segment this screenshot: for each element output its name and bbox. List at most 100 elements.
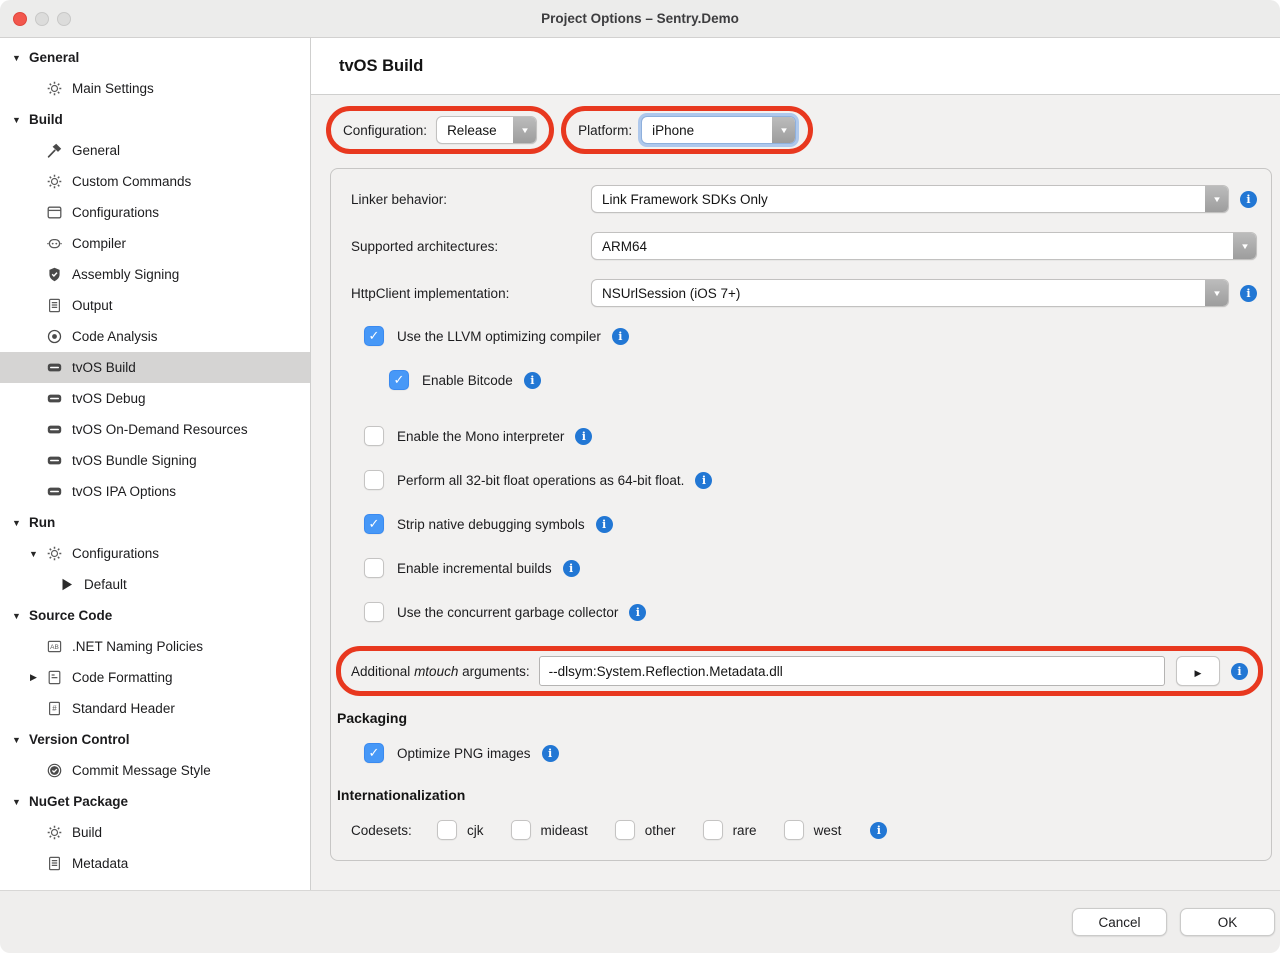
linker-behavior-dropdown[interactable]: Link Framework SDKs Only bbox=[591, 185, 1229, 213]
supported-architectures-dropdown[interactable]: ARM64 bbox=[591, 232, 1257, 260]
disclosure-down-icon[interactable] bbox=[10, 518, 23, 528]
sidebar-item-tvos-on-demand-resources[interactable]: tvOS On-Demand Resources bbox=[0, 414, 310, 445]
configuration-dropdown[interactable]: Release bbox=[436, 116, 537, 144]
checkbox-enable-incremental-builds[interactable] bbox=[364, 558, 384, 578]
sidebar-item-custom-commands[interactable]: Custom Commands bbox=[0, 166, 310, 197]
sidebar-item-source-code[interactable]: Source Code bbox=[0, 600, 310, 631]
info-icon[interactable] bbox=[695, 472, 712, 489]
chevron-down-icon[interactable] bbox=[772, 117, 795, 143]
disclosure-down-icon[interactable] bbox=[10, 53, 23, 63]
info-icon[interactable] bbox=[542, 745, 559, 762]
codeset-rare: rare bbox=[703, 820, 757, 840]
sidebar-item-tvos-ipa-options[interactable]: tvOS IPA Options bbox=[0, 476, 310, 507]
sidebar-item-main-settings[interactable]: Main Settings bbox=[0, 73, 310, 104]
sidebar-item-tvos-build[interactable]: tvOS Build bbox=[0, 352, 310, 383]
sidebar-item-label: Source Code bbox=[29, 608, 112, 623]
sidebar-item-general[interactable]: General bbox=[0, 135, 310, 166]
tv-icon bbox=[46, 390, 63, 407]
checkbox-use-the-concurrent-garbage-collector[interactable] bbox=[364, 602, 384, 622]
sidebar-item-build[interactable]: Build bbox=[0, 104, 310, 135]
checkbox-west[interactable] bbox=[784, 820, 804, 840]
info-icon[interactable] bbox=[1240, 285, 1257, 302]
checkbox-rows: Use the LLVM optimizing compilerEnable B… bbox=[345, 326, 1257, 622]
checkbox-rare[interactable] bbox=[703, 820, 723, 840]
sidebar-item-configurations[interactable]: Configurations bbox=[0, 538, 310, 569]
checkbox-enable-bitcode[interactable] bbox=[389, 370, 409, 390]
disclosure-down-icon[interactable] bbox=[10, 115, 23, 125]
info-icon[interactable] bbox=[575, 428, 592, 445]
sidebar: GeneralMain SettingsBuildGeneralCustom C… bbox=[0, 38, 311, 890]
checkbox-label: Use the concurrent garbage collector bbox=[397, 605, 618, 620]
chevron-down-icon[interactable] bbox=[1205, 280, 1228, 306]
circle-dot-icon bbox=[46, 328, 63, 345]
gear-icon bbox=[46, 80, 63, 97]
platform-dropdown[interactable]: iPhone bbox=[641, 116, 796, 144]
commit-icon bbox=[46, 762, 63, 779]
checkbox-mideast[interactable] bbox=[511, 820, 531, 840]
disclosure-down-icon[interactable] bbox=[27, 549, 40, 559]
chevron-down-icon[interactable] bbox=[1205, 186, 1228, 212]
sidebar-item-standard-header[interactable]: #Standard Header bbox=[0, 693, 310, 724]
expand-arguments-button[interactable] bbox=[1176, 656, 1220, 686]
sidebar-item-compiler[interactable]: Compiler bbox=[0, 228, 310, 259]
disclosure-down-icon[interactable] bbox=[10, 735, 23, 745]
info-icon[interactable] bbox=[612, 328, 629, 345]
info-icon[interactable] bbox=[1231, 663, 1248, 680]
sidebar-item-version-control[interactable]: Version Control bbox=[0, 724, 310, 755]
httpclient-implementation-dropdown[interactable]: NSUrlSession (iOS 7+) bbox=[591, 279, 1229, 307]
info-icon[interactable] bbox=[629, 604, 646, 621]
info-icon[interactable] bbox=[524, 372, 541, 389]
sidebar-item-code-formatting[interactable]: Code Formatting bbox=[0, 662, 310, 693]
zoom-button[interactable] bbox=[57, 12, 71, 26]
chevron-down-icon[interactable] bbox=[1233, 233, 1256, 259]
sidebar-item-configurations[interactable]: Configurations bbox=[0, 197, 310, 228]
checkbox-perform-all-32-bit-float-operations-as-64-bit-float[interactable] bbox=[364, 470, 384, 490]
sidebar-item-metadata[interactable]: Metadata bbox=[0, 848, 310, 879]
checkbox-use-the-llvm-optimizing-compiler[interactable] bbox=[364, 326, 384, 346]
checkbox-other[interactable] bbox=[615, 820, 635, 840]
codesets-row: Codesets: cjkmideastotherrarewest bbox=[345, 820, 1257, 840]
checkbox-enable-the-mono-interpreter[interactable] bbox=[364, 426, 384, 446]
info-icon[interactable] bbox=[870, 822, 887, 839]
checkbox-cjk[interactable] bbox=[437, 820, 457, 840]
sidebar-item-run[interactable]: Run bbox=[0, 507, 310, 538]
sidebar-item-label: Configurations bbox=[72, 546, 159, 561]
close-button[interactable] bbox=[13, 12, 27, 26]
disclosure-down-icon[interactable] bbox=[10, 797, 23, 807]
disclosure-down-icon[interactable] bbox=[10, 611, 23, 621]
ok-button[interactable]: OK bbox=[1180, 908, 1275, 936]
svg-text:AB: AB bbox=[50, 644, 59, 651]
sidebar-item-tvos-debug[interactable]: tvOS Debug bbox=[0, 383, 310, 414]
codefmt-icon bbox=[46, 669, 63, 686]
sidebar-item-label: Output bbox=[72, 298, 113, 313]
sidebar-item-code-analysis[interactable]: Code Analysis bbox=[0, 321, 310, 352]
sidebar-item-build[interactable]: Build bbox=[0, 817, 310, 848]
chevron-down-icon[interactable] bbox=[513, 117, 536, 143]
sidebar-item-tvos-bundle-signing[interactable]: tvOS Bundle Signing bbox=[0, 445, 310, 476]
sidebar-item-label: tvOS Debug bbox=[72, 391, 146, 406]
sidebar-item-default[interactable]: Default bbox=[0, 569, 310, 600]
minimize-button[interactable] bbox=[35, 12, 49, 26]
cancel-button[interactable]: Cancel bbox=[1072, 908, 1167, 936]
info-icon[interactable] bbox=[563, 560, 580, 577]
sidebar-item-net-naming-policies[interactable]: AB.NET Naming Policies bbox=[0, 631, 310, 662]
mtouch-arguments-label: Additional mtouch arguments: bbox=[351, 664, 530, 679]
configuration-annotation-ring: Configuration: Release bbox=[326, 106, 554, 154]
mtouch-arguments-input[interactable] bbox=[539, 656, 1165, 686]
info-icon[interactable] bbox=[596, 516, 613, 533]
platform-annotation-ring: Platform: iPhone bbox=[561, 106, 813, 154]
sidebar-item-nuget-package[interactable]: NuGet Package bbox=[0, 786, 310, 817]
checkbox-strip-native-debugging-symbols[interactable] bbox=[364, 514, 384, 534]
sidebar-item-general[interactable]: General bbox=[0, 42, 310, 73]
checkbox-row-enable-incremental-builds: Enable incremental builds bbox=[345, 558, 1257, 578]
info-icon[interactable] bbox=[1240, 191, 1257, 208]
sidebar-item-assembly-signing[interactable]: Assembly Signing bbox=[0, 259, 310, 290]
field-label: Linker behavior: bbox=[351, 192, 591, 207]
robot-icon bbox=[46, 235, 63, 252]
disclosure-right-icon[interactable] bbox=[27, 672, 40, 683]
checkbox-optimize-png-images[interactable] bbox=[364, 743, 384, 763]
sidebar-item-output[interactable]: Output bbox=[0, 290, 310, 321]
sidebar-item-commit-message-style[interactable]: Commit Message Style bbox=[0, 755, 310, 786]
traffic-lights bbox=[13, 0, 71, 37]
checkbox-label: Enable incremental builds bbox=[397, 561, 552, 576]
